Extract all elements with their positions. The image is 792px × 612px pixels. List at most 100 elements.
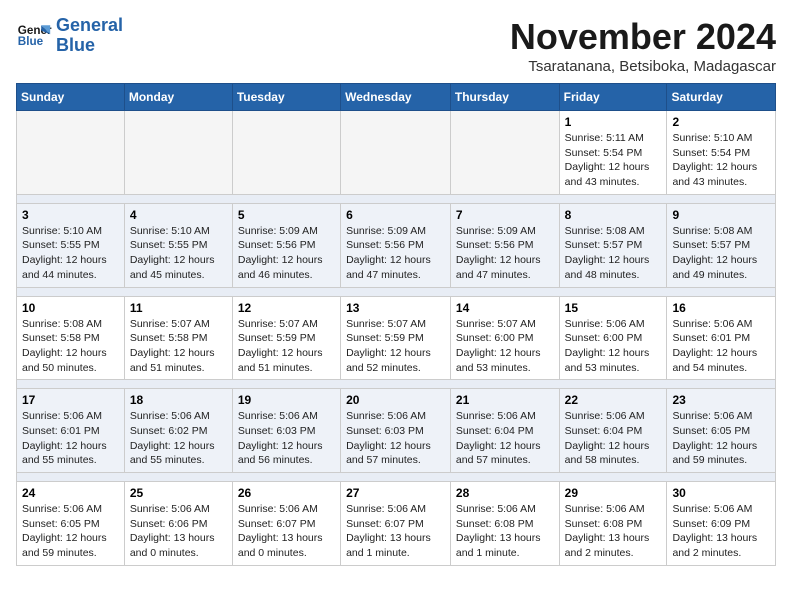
day-number: 13 (346, 301, 445, 315)
calendar-cell (341, 111, 451, 195)
calendar-cell: 22 Sunrise: 5:06 AM Sunset: 6:04 PM Dayli… (559, 389, 667, 473)
calendar-cell: 5Sunrise: 5:09 AM Sunset: 5:56 PM Daylig… (232, 203, 340, 287)
day-number: 27 (346, 486, 445, 500)
day-info: Sunrise: 5:10 AM Sunset: 5:55 PM Dayligh… (22, 224, 119, 283)
svg-text:Blue: Blue (18, 35, 44, 48)
day-number: 17 (22, 393, 119, 407)
day-info: Sunrise: 5:09 AM Sunset: 5:56 PM Dayligh… (238, 224, 335, 283)
day-number: 25 (130, 486, 227, 500)
day-info: Sunrise: 5:06 AM Sunset: 6:03 PM Dayligh… (238, 409, 335, 468)
calendar-cell: 23 Sunrise: 5:06 AM Sunset: 6:05 PM Dayli… (667, 389, 776, 473)
day-number: 9 (672, 208, 770, 222)
spacer-cell (17, 473, 776, 482)
week-row-1: 1 Sunrise: 5:11 AM Sunset: 5:54 PM Daylig… (17, 111, 776, 195)
day-number: 14 (456, 301, 554, 315)
day-info: Sunrise: 5:07 AM Sunset: 6:00 PM Dayligh… (456, 317, 554, 376)
day-number: 21 (456, 393, 554, 407)
weekday-header-sunday: Sunday (17, 84, 125, 111)
calendar-cell: 20 Sunrise: 5:06 AM Sunset: 6:03 PM Dayli… (341, 389, 451, 473)
calendar-cell: 19Sunrise: 5:06 AM Sunset: 6:03 PM Dayli… (232, 389, 340, 473)
day-number: 23 (672, 393, 770, 407)
calendar-cell: 18 Sunrise: 5:06 AM Sunset: 6:02 PM Dayli… (124, 389, 232, 473)
day-info: Sunrise: 5:07 AM Sunset: 5:59 PM Dayligh… (346, 317, 445, 376)
spacer-row (17, 380, 776, 389)
calendar-cell: 15Sunrise: 5:06 AM Sunset: 6:00 PM Dayli… (559, 296, 667, 380)
day-info: Sunrise: 5:07 AM Sunset: 5:58 PM Dayligh… (130, 317, 227, 376)
day-number: 30 (672, 486, 770, 500)
day-info: Sunrise: 5:06 AM Sunset: 6:03 PM Dayligh… (346, 409, 445, 468)
day-info: Sunrise: 5:06 AM Sunset: 6:04 PM Dayligh… (565, 409, 662, 468)
week-row-3: 10Sunrise: 5:08 AM Sunset: 5:58 PM Dayli… (17, 296, 776, 380)
day-number: 22 (565, 393, 662, 407)
spacer-row (17, 287, 776, 296)
calendar-cell: 21Sunrise: 5:06 AM Sunset: 6:04 PM Dayli… (450, 389, 559, 473)
weekday-header-friday: Friday (559, 84, 667, 111)
day-info: Sunrise: 5:06 AM Sunset: 6:00 PM Dayligh… (565, 317, 662, 376)
calendar-cell: 2Sunrise: 5:10 AM Sunset: 5:54 PM Daylig… (667, 111, 776, 195)
day-info: Sunrise: 5:06 AM Sunset: 6:02 PM Dayligh… (130, 409, 227, 468)
day-info: Sunrise: 5:10 AM Sunset: 5:55 PM Dayligh… (130, 224, 227, 283)
day-number: 12 (238, 301, 335, 315)
weekday-header-row: SundayMondayTuesdayWednesdayThursdayFrid… (17, 84, 776, 111)
day-info: Sunrise: 5:06 AM Sunset: 6:08 PM Dayligh… (456, 502, 554, 561)
calendar-cell (232, 111, 340, 195)
month-title: November 2024 (510, 16, 776, 58)
calendar-cell: 26Sunrise: 5:06 AM Sunset: 6:07 PM Dayli… (232, 482, 340, 566)
day-number: 20 (346, 393, 445, 407)
day-info: Sunrise: 5:11 AM Sunset: 5:54 PM Dayligh… (565, 131, 662, 190)
calendar-cell: 17 Sunrise: 5:06 AM Sunset: 6:01 PM Dayli… (17, 389, 125, 473)
day-number: 3 (22, 208, 119, 222)
spacer-row (17, 473, 776, 482)
calendar-cell (124, 111, 232, 195)
calendar-cell: 14 Sunrise: 5:07 AM Sunset: 6:00 PM Dayli… (450, 296, 559, 380)
week-row-4: 17 Sunrise: 5:06 AM Sunset: 6:01 PM Dayli… (17, 389, 776, 473)
day-info: Sunrise: 5:09 AM Sunset: 5:56 PM Dayligh… (456, 224, 554, 283)
location-title: Tsaratanana, Betsiboka, Madagascar (510, 58, 776, 75)
day-info: Sunrise: 5:06 AM Sunset: 6:07 PM Dayligh… (346, 502, 445, 561)
calendar-table: SundayMondayTuesdayWednesdayThursdayFrid… (16, 83, 776, 566)
day-info: Sunrise: 5:06 AM Sunset: 6:07 PM Dayligh… (238, 502, 335, 561)
day-info: Sunrise: 5:08 AM Sunset: 5:57 PM Dayligh… (672, 224, 770, 283)
day-number: 8 (565, 208, 662, 222)
calendar-cell: 9 Sunrise: 5:08 AM Sunset: 5:57 PM Daylig… (667, 203, 776, 287)
day-number: 11 (130, 301, 227, 315)
day-info: Sunrise: 5:06 AM Sunset: 6:01 PM Dayligh… (672, 317, 770, 376)
day-number: 18 (130, 393, 227, 407)
calendar-cell: 8 Sunrise: 5:08 AM Sunset: 5:57 PM Daylig… (559, 203, 667, 287)
calendar-cell: 28Sunrise: 5:06 AM Sunset: 6:08 PM Dayli… (450, 482, 559, 566)
logo-icon: General Blue (16, 18, 52, 54)
calendar-cell: 4Sunrise: 5:10 AM Sunset: 5:55 PM Daylig… (124, 203, 232, 287)
calendar-cell: 6 Sunrise: 5:09 AM Sunset: 5:56 PM Daylig… (341, 203, 451, 287)
calendar-cell: 3 Sunrise: 5:10 AM Sunset: 5:55 PM Daylig… (17, 203, 125, 287)
weekday-header-saturday: Saturday (667, 84, 776, 111)
day-info: Sunrise: 5:06 AM Sunset: 6:05 PM Dayligh… (672, 409, 770, 468)
day-number: 7 (456, 208, 554, 222)
day-info: Sunrise: 5:06 AM Sunset: 6:09 PM Dayligh… (672, 502, 770, 561)
week-row-2: 3 Sunrise: 5:10 AM Sunset: 5:55 PM Daylig… (17, 203, 776, 287)
weekday-header-wednesday: Wednesday (341, 84, 451, 111)
calendar-cell: 1 Sunrise: 5:11 AM Sunset: 5:54 PM Daylig… (559, 111, 667, 195)
day-number: 29 (565, 486, 662, 500)
day-number: 24 (22, 486, 119, 500)
logo: General Blue General Blue (16, 16, 123, 56)
weekday-header-tuesday: Tuesday (232, 84, 340, 111)
day-info: Sunrise: 5:08 AM Sunset: 5:57 PM Dayligh… (565, 224, 662, 283)
day-number: 16 (672, 301, 770, 315)
spacer-row (17, 194, 776, 203)
calendar-cell: 7 Sunrise: 5:09 AM Sunset: 5:56 PM Daylig… (450, 203, 559, 287)
title-section: November 2024 Tsaratanana, Betsiboka, Ma… (510, 16, 776, 75)
day-number: 6 (346, 208, 445, 222)
calendar-cell: 24Sunrise: 5:06 AM Sunset: 6:05 PM Dayli… (17, 482, 125, 566)
day-info: Sunrise: 5:06 AM Sunset: 6:01 PM Dayligh… (22, 409, 119, 468)
day-info: Sunrise: 5:07 AM Sunset: 5:59 PM Dayligh… (238, 317, 335, 376)
spacer-cell (17, 194, 776, 203)
calendar-cell: 29Sunrise: 5:06 AM Sunset: 6:08 PM Dayli… (559, 482, 667, 566)
calendar-cell: 12 Sunrise: 5:07 AM Sunset: 5:59 PM Dayli… (232, 296, 340, 380)
day-info: Sunrise: 5:09 AM Sunset: 5:56 PM Dayligh… (346, 224, 445, 283)
calendar-cell: 25Sunrise: 5:06 AM Sunset: 6:06 PM Dayli… (124, 482, 232, 566)
week-row-5: 24Sunrise: 5:06 AM Sunset: 6:05 PM Dayli… (17, 482, 776, 566)
calendar-cell: 30 Sunrise: 5:06 AM Sunset: 6:09 PM Dayli… (667, 482, 776, 566)
day-number: 1 (565, 115, 662, 129)
logo-text-line2: Blue (56, 36, 123, 56)
calendar-cell: 11 Sunrise: 5:07 AM Sunset: 5:58 PM Dayli… (124, 296, 232, 380)
